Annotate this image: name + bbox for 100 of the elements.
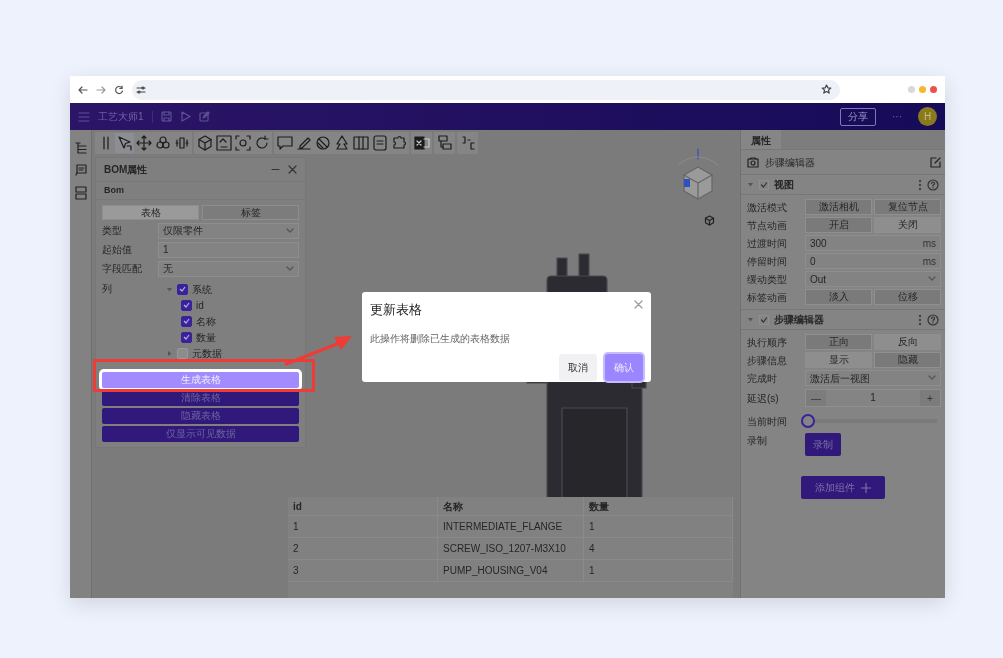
comment-icon[interactable] xyxy=(74,164,87,176)
input-field[interactable]: 1 xyxy=(158,241,299,258)
comment-icon[interactable] xyxy=(275,134,294,152)
field-label: 字段匹配 xyxy=(102,262,143,276)
input-field[interactable]: 0 ms xyxy=(805,253,941,269)
slider-thumb[interactable] xyxy=(801,414,815,428)
select-field[interactable]: 仅限零件 xyxy=(158,222,299,239)
share-button[interactable]: 分享 xyxy=(840,107,876,126)
cube-icon[interactable] xyxy=(195,134,214,152)
layout-icon[interactable] xyxy=(74,186,87,200)
edit-icon[interactable] xyxy=(198,111,210,122)
checkbox[interactable] xyxy=(181,299,192,311)
confirm-button[interactable]: 确认 xyxy=(605,353,643,381)
tree-item-label[interactable]: 系统 xyxy=(192,281,212,297)
checkbox[interactable] xyxy=(181,315,192,327)
checkbox[interactable] xyxy=(759,314,769,325)
reload-icon[interactable] xyxy=(114,84,124,95)
plus-icon xyxy=(861,482,871,493)
window-dot-icon[interactable] xyxy=(908,86,915,93)
checkbox[interactable] xyxy=(181,331,192,343)
option-button[interactable]: 显示 xyxy=(805,352,872,368)
image-frame-icon[interactable] xyxy=(214,134,233,152)
field-label: 录制 xyxy=(747,434,768,448)
window-dot-icon[interactable] xyxy=(930,86,937,93)
kebab-icon[interactable] xyxy=(918,313,922,326)
star-icon[interactable] xyxy=(821,84,832,95)
option-button[interactable]: 复位节点 xyxy=(874,199,941,215)
tree-list-icon[interactable] xyxy=(74,142,87,154)
select-field[interactable]: Out xyxy=(805,271,941,287)
action-button[interactable]: 仅显示可见数据 xyxy=(102,426,299,442)
dialog-message: 此操作将删除已生成的表格数据 xyxy=(370,331,511,346)
app-title: 工艺大师1 xyxy=(98,110,144,124)
spreadsheet-icon[interactable] xyxy=(412,134,431,152)
option-button[interactable]: 隐藏 xyxy=(874,352,941,368)
option-button[interactable]: 淡入 xyxy=(805,289,872,305)
table-icon[interactable] xyxy=(351,134,370,152)
kebab-icon[interactable] xyxy=(918,178,922,191)
table-cell: 3 xyxy=(288,560,438,581)
field-label: 完成时 xyxy=(747,371,778,386)
chevron-down-icon xyxy=(928,375,936,381)
caret-icon[interactable] xyxy=(747,181,754,188)
option-button[interactable]: 激活相机 xyxy=(805,199,872,215)
more-button[interactable]: ··· xyxy=(892,109,902,124)
avatar[interactable]: H xyxy=(918,107,937,126)
edit-icon[interactable] xyxy=(930,156,941,168)
checkbox[interactable] xyxy=(177,347,188,359)
table-cell: INTERMEDIATE_FLANGE xyxy=(438,516,584,537)
caret-icon[interactable] xyxy=(166,349,173,357)
list-icon[interactable] xyxy=(370,134,389,152)
checkbox[interactable] xyxy=(759,179,769,190)
back-icon[interactable] xyxy=(78,84,88,95)
cube-icon[interactable] xyxy=(704,215,715,226)
tab[interactable]: 标签 xyxy=(202,205,299,220)
field-label: 过渡时间 xyxy=(747,236,788,251)
generate-table-button[interactable]: 生成表格 xyxy=(102,372,299,388)
field-label: 标签动画 xyxy=(747,290,788,305)
table-cell: PUMP_HOUSING_V04 xyxy=(438,560,584,581)
help-icon[interactable] xyxy=(927,313,939,326)
section-title: 视图 xyxy=(774,178,795,192)
panel-tab[interactable]: 属性 xyxy=(741,130,781,149)
dialog-title: 更新表格 xyxy=(370,301,422,319)
save-icon[interactable] xyxy=(160,111,172,122)
cancel-button[interactable]: 取消 xyxy=(559,353,597,381)
option-button[interactable]: 开启 xyxy=(805,217,872,233)
site-settings-icon[interactable] xyxy=(136,84,146,95)
play-icon[interactable] xyxy=(179,111,191,122)
forward-icon[interactable] xyxy=(96,84,106,95)
chevron-down-icon xyxy=(286,265,294,272)
tree-item-label[interactable]: id xyxy=(196,297,204,313)
caret-icon[interactable] xyxy=(166,285,173,293)
option-button[interactable]: 反向 xyxy=(874,334,941,350)
column-header: id xyxy=(288,497,438,515)
close-icon[interactable] xyxy=(634,300,643,309)
checkbox[interactable] xyxy=(177,283,188,295)
chevron-down-icon xyxy=(928,276,936,282)
layout-icon[interactable] xyxy=(435,134,454,152)
option-button[interactable]: 正向 xyxy=(805,334,872,350)
tree-item-label[interactable]: 数量 xyxy=(196,329,216,345)
input-field[interactable]: 300 ms xyxy=(805,235,941,251)
tree-item-label[interactable]: 元数据 xyxy=(192,345,222,361)
section-title: 步骤编辑器 xyxy=(774,313,825,327)
caret-icon[interactable] xyxy=(747,316,754,323)
target-icon[interactable] xyxy=(233,134,252,152)
field-label: 激活模式 xyxy=(747,200,788,215)
chevron-down-icon xyxy=(286,227,294,234)
tab[interactable]: 表格 xyxy=(102,205,199,220)
option-button[interactable]: 关闭 xyxy=(874,217,941,233)
tree-item-label[interactable]: 名称 xyxy=(196,313,216,329)
field-label: 节点动画 xyxy=(747,218,788,233)
action-button[interactable]: 隐藏表格 xyxy=(102,408,299,424)
option-button[interactable]: 位移 xyxy=(874,289,941,305)
record-button[interactable]: 录制 xyxy=(805,433,841,456)
window-dot-icon[interactable] xyxy=(919,86,926,93)
help-icon[interactable] xyxy=(927,178,939,191)
select-field[interactable]: 无 xyxy=(158,260,299,277)
panel-title: BOM属性 xyxy=(104,163,148,177)
add-component-button[interactable]: 添加组件 xyxy=(801,476,885,499)
cluster-icon[interactable] xyxy=(153,134,172,152)
move-icon[interactable] xyxy=(134,134,153,152)
close-icon[interactable] xyxy=(288,165,297,174)
